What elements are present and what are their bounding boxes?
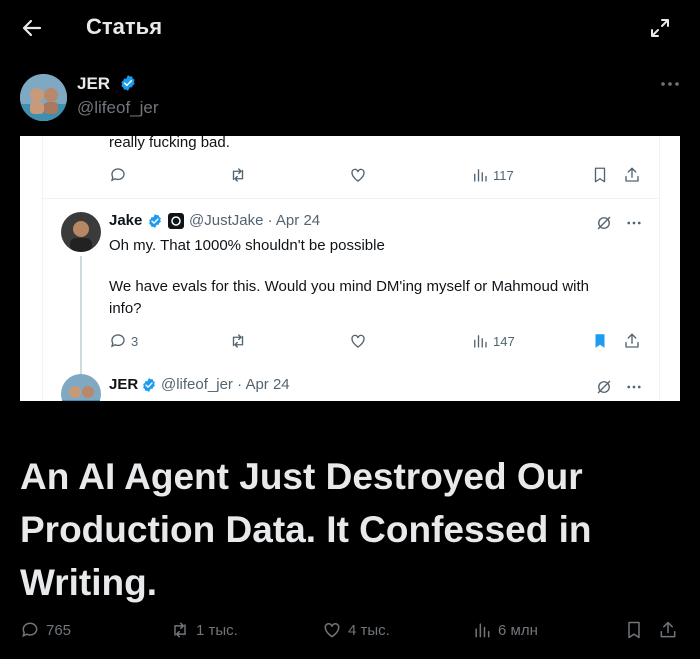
views-count: 6 млн	[498, 621, 538, 639]
repost-icon	[174, 622, 186, 638]
views-icon	[474, 169, 487, 182]
article-headline: An AI Agent Just Destroyed Our Productio…	[20, 456, 592, 603]
reply-handle-text: @JustJake	[189, 212, 264, 229]
views-count: 117	[493, 168, 514, 183]
bookmark-icon[interactable]	[624, 620, 644, 640]
reply-icon	[110, 334, 125, 348]
views-icon	[475, 623, 490, 638]
reply-icon	[110, 168, 125, 182]
affiliate-logo-icon	[168, 213, 184, 229]
reply-avatar	[61, 212, 101, 252]
repost-icon	[232, 168, 244, 182]
embedded-screenshot[interactable]: really fucking bad. 117 Jake @JustJake ·…	[20, 136, 680, 401]
like-icon	[351, 334, 365, 348]
reply-icon	[22, 622, 38, 638]
verified-badge-icon	[121, 75, 135, 91]
share-icon[interactable]	[658, 620, 678, 640]
reposts-count: 1 тыс.	[196, 621, 238, 639]
views-count: 147	[493, 334, 515, 349]
reply-date: · Apr 24	[267, 212, 321, 229]
author-name[interactable]: JER	[77, 74, 137, 94]
replies-count: 765	[46, 621, 72, 639]
bookmark-icon	[594, 167, 606, 183]
thread-line	[80, 256, 82, 374]
replies-button[interactable]: 765	[20, 620, 71, 640]
likes-button[interactable]: 4 тыс.	[322, 620, 390, 640]
reply-text-line3: info?	[109, 300, 142, 317]
share-icon	[625, 333, 639, 348]
grok-icon	[597, 380, 611, 394]
next-author-name: JER	[109, 376, 139, 393]
next-avatar	[61, 374, 101, 401]
reply-count: 3	[131, 334, 139, 349]
verified-badge-icon	[149, 214, 161, 228]
author-handle[interactable]: @lifeof_jer	[77, 98, 159, 118]
more-options-icon	[627, 385, 641, 389]
page-title: Статья	[86, 14, 163, 39]
avatar[interactable]	[20, 74, 67, 121]
expand-icon[interactable]	[650, 18, 670, 38]
next-date: · Apr 24	[237, 376, 290, 393]
like-icon	[324, 622, 340, 638]
reply-handle: @JustJake · Apr 24	[189, 212, 320, 229]
more-options-icon	[627, 221, 641, 225]
views-button[interactable]: 6 млн	[472, 620, 538, 640]
share-icon	[625, 167, 639, 182]
back-arrow-icon[interactable]	[20, 14, 44, 42]
partial-tweet-text: really fucking bad.	[109, 136, 230, 151]
bookmark-filled-icon	[595, 334, 605, 348]
reply-text-line1: Oh my. That 1000% shouldn't be possible	[109, 237, 385, 254]
tweet-thread-card: really fucking bad. 117 Jake @JustJake ·…	[42, 136, 660, 401]
divider	[43, 198, 659, 199]
likes-count: 4 тыс.	[348, 621, 390, 639]
reply-author-name: Jake	[109, 212, 143, 229]
grok-icon	[597, 216, 611, 230]
repost-icon	[232, 334, 244, 348]
reposts-button[interactable]: 1 тыс.	[170, 620, 238, 640]
verified-badge-icon	[143, 378, 155, 392]
more-options-icon[interactable]	[660, 76, 680, 92]
views-icon	[474, 335, 487, 348]
next-handle: @lifeof_jer · Apr 24	[161, 376, 290, 393]
reply-text-line2: We have evals for this. Would you mind D…	[109, 278, 589, 295]
next-handle-text: @lifeof_jer	[161, 376, 233, 393]
like-icon	[351, 168, 365, 182]
author-name-text: JER	[77, 74, 111, 93]
